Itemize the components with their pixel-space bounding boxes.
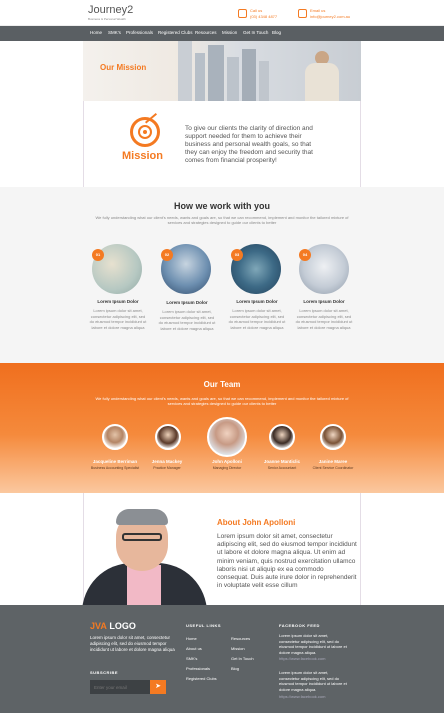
facebook-post-text: Lorem ipsum dolor sit amet, consectetur … — [279, 670, 347, 692]
subscribe-label: SUBSCRIBE — [90, 670, 119, 675]
about-photo — [72, 503, 212, 605]
footer-link-get-in-touch[interactable]: Get In Touch — [231, 656, 254, 661]
step-4-text: Lorem ipsum dolor sit amet, consectetur … — [295, 308, 353, 330]
facebook-post-link[interactable]: https://www.facebook.com — [279, 656, 325, 661]
team-member-photo[interactable] — [102, 424, 128, 450]
page-title: Our Mission — [100, 63, 147, 72]
nav-item-smks[interactable]: SMK's — [108, 30, 121, 35]
footer-link-registered-clubs[interactable]: Registered Clubs — [186, 676, 217, 681]
footer-link-smks[interactable]: SMK's — [186, 656, 197, 661]
about-title: About John Apolloni — [217, 518, 296, 527]
glasses-icon — [122, 533, 162, 541]
nav-item-mission[interactable]: Mission — [222, 30, 237, 35]
site-footer — [0, 605, 444, 713]
target-icon — [130, 113, 160, 147]
footer-link-blog[interactable]: Blog — [231, 666, 239, 671]
site-logo-tagline: Business & Personal Wealth — [88, 17, 126, 21]
mission-statement: To give our clients the clarity of direc… — [185, 125, 313, 164]
footer-link-about[interactable]: About us — [186, 646, 202, 651]
footer-about-text: Lorem ipsum dolor sit amet, consectetur … — [90, 635, 175, 652]
team-member-role: Client Service Coordinator — [312, 466, 354, 470]
team-member-photo[interactable] — [155, 424, 181, 450]
footer-link-professionals[interactable]: Professionals — [186, 666, 210, 671]
team-intro: We fully understanding what our client's… — [95, 396, 349, 406]
facebook-feed-heading: FACEBOOK FEED — [279, 623, 320, 628]
mission-heading: Mission — [122, 150, 163, 162]
nav-item-professionals[interactable]: Professionals — [126, 30, 153, 35]
phone-icon — [238, 9, 247, 18]
step-3-number: 03 — [231, 249, 243, 261]
facebook-post-link[interactable]: https://www.facebook.com — [279, 694, 325, 699]
footer-logo[interactable]: JVA LOGO — [90, 621, 136, 631]
team-member-name: Janine Maree — [318, 459, 348, 464]
step-1-title: Lorem Ipsum Dolor — [97, 299, 139, 304]
facebook-post-text: Lorem ipsum dolor sit amet, consectetur … — [279, 633, 347, 655]
top-header — [0, 0, 444, 26]
team-member-photo[interactable] — [320, 424, 346, 450]
nav-item-resources[interactable]: Resources — [195, 30, 217, 35]
nav-item-registered-clubs[interactable]: Registered Clubs — [158, 30, 193, 35]
step-1-text: Lorem ipsum dolor sit amet, consectetur … — [89, 308, 147, 330]
step-2-title: Lorem Ipsum Dolor — [166, 300, 208, 305]
step-2-text: Lorem ipsum dolor sit amet, consectetur … — [158, 309, 216, 331]
team-member-photo[interactable] — [269, 424, 295, 450]
step-4-number: 04 — [299, 249, 311, 261]
email-icon — [298, 9, 307, 18]
subscribe-email-input[interactable] — [90, 680, 150, 694]
footer-link-mission[interactable]: Mission — [231, 646, 245, 651]
site-logo[interactable]: Journey2 — [88, 4, 133, 16]
main-nav: Home SMK's Professionals Registered Club… — [0, 26, 444, 41]
step-3-text: Lorem ipsum dolor sit amet, consectetur … — [228, 308, 286, 330]
nav-item-get-in-touch[interactable]: Get In Touch — [243, 30, 268, 35]
about-text: Lorem ipsum dolor sit amet, consectetur … — [217, 533, 357, 590]
team-member-photo[interactable] — [207, 417, 247, 457]
nav-item-home[interactable]: Home — [90, 30, 102, 35]
step-1-number: 01 — [92, 249, 104, 261]
how-we-work-intro: We fully understanding what our client's… — [95, 215, 349, 225]
phone-number[interactable]: (03) 4348 4877 — [250, 14, 277, 20]
email-address[interactable]: info@journey2.com.au — [310, 14, 350, 20]
send-icon[interactable]: ➤ — [150, 680, 166, 694]
team-title: Our Team — [203, 380, 241, 389]
step-2-number: 02 — [161, 249, 173, 261]
useful-links-heading: USEFUL LINKS — [186, 623, 222, 628]
footer-link-home[interactable]: Home — [186, 636, 197, 641]
how-we-work-section — [0, 187, 444, 363]
nav-item-blog[interactable]: Blog — [272, 30, 281, 35]
step-4-title: Lorem Ipsum Dolor — [303, 299, 345, 304]
footer-link-resources[interactable]: Resources — [231, 636, 250, 641]
page-title-accent: Mission — [116, 63, 147, 72]
how-we-work-title: How we work with you — [173, 201, 270, 211]
about-title-accent: John Apolloni — [242, 518, 296, 527]
